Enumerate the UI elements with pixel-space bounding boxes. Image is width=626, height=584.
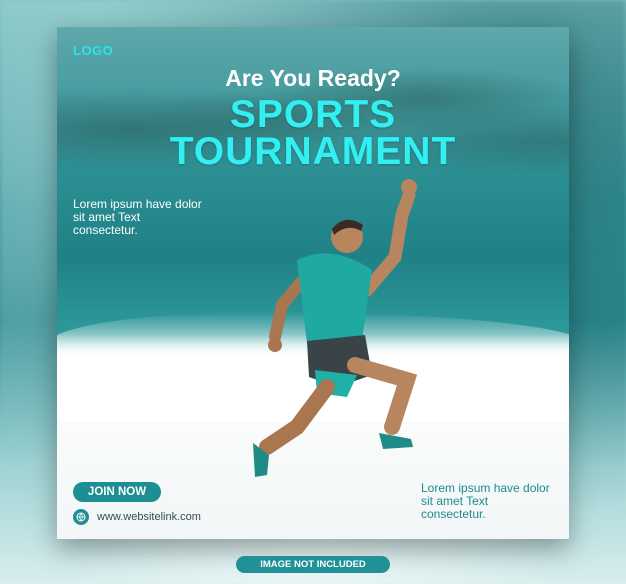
headline: Are You Ready? [225,65,401,91]
social-post-card: LOGO Are You Ready? SPORTS TOURNAMENT Lo… [57,27,569,539]
join-now-button[interactable]: JOIN NOW [73,482,161,502]
website-row[interactable]: www.websitelink.com [73,509,201,525]
website-link[interactable]: www.websitelink.com [97,511,201,523]
globe-icon [73,509,89,525]
description-left: Lorem ipsum have dolor sit amet Text con… [73,197,202,237]
logo-text: LOGO [73,43,114,58]
runner-athlete-image [253,179,418,477]
description-right: Lorem ipsum have dolor sit amet Text con… [421,481,550,521]
image-not-included-badge: IMAGE NOT INCLUDED [236,556,390,573]
